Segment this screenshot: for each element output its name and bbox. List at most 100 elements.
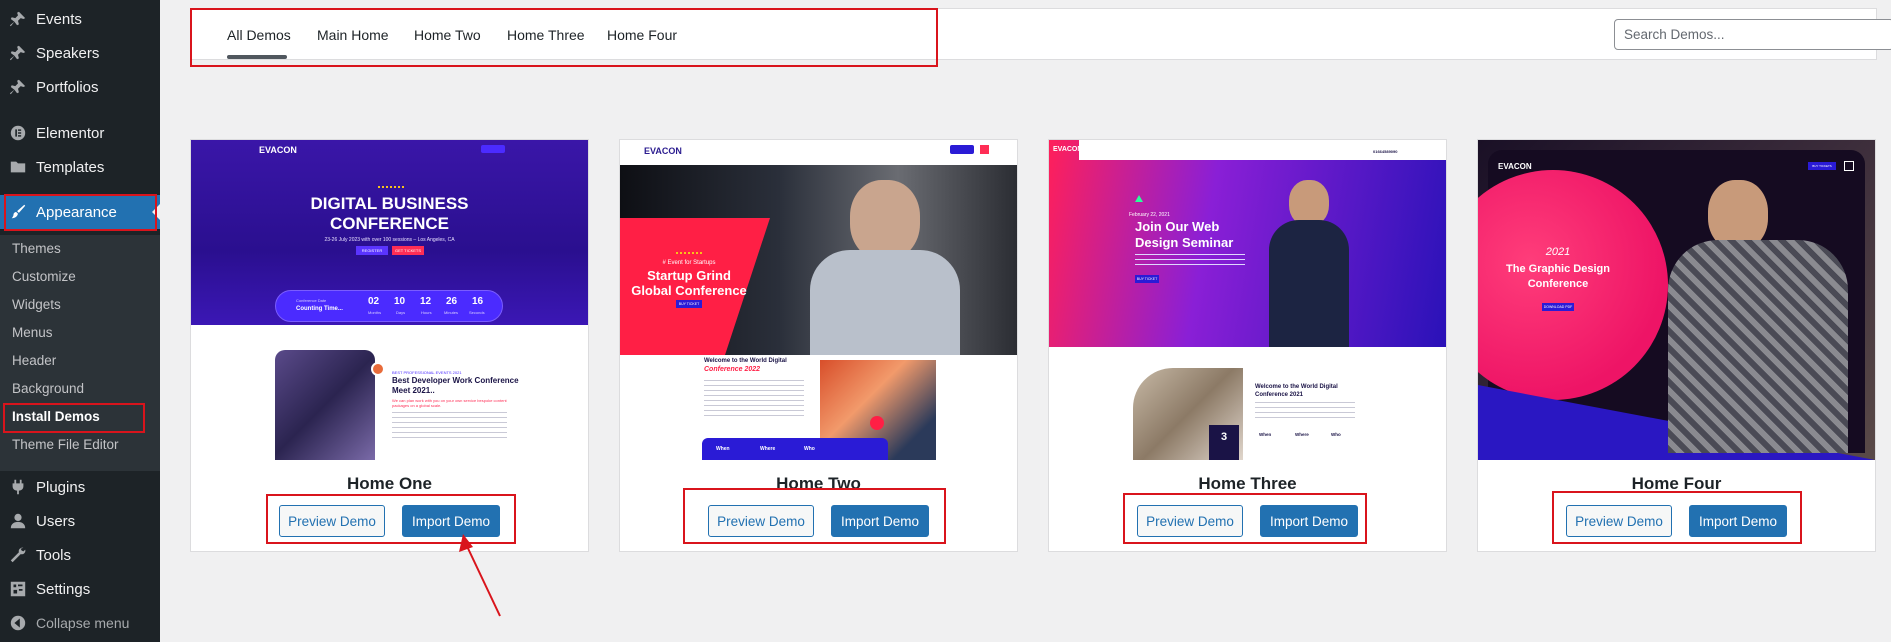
- thumb-title-2: Meet 2021..: [392, 386, 435, 395]
- thumb-logo: EVACON: [259, 145, 297, 155]
- info-label: Where: [760, 446, 776, 452]
- thumb-cta: BUY TICKET: [676, 300, 702, 308]
- preview-demo-button[interactable]: Preview Demo: [1566, 505, 1672, 537]
- menu-item-label: Tools: [36, 546, 72, 564]
- menu-item-tools[interactable]: Tools: [0, 538, 160, 572]
- thumb-decoration: [1135, 195, 1143, 202]
- tab-home-four[interactable]: Home Four: [607, 27, 677, 43]
- thumb-logo: EVACON: [644, 146, 682, 156]
- menu-item-elementor[interactable]: Elementor: [0, 116, 160, 150]
- menu-item-portfolios[interactable]: Portfolios: [0, 70, 160, 104]
- info-label: Where: [1295, 432, 1309, 437]
- demo-thumbnail[interactable]: EVACON # Event for Startups Startup Grin…: [620, 140, 1017, 460]
- info-label: When: [1259, 432, 1272, 437]
- thumb-ticket-button: BUY TICKETS: [1808, 162, 1836, 170]
- thumb-year: 2021: [1545, 246, 1571, 258]
- demo-card-home-two: EVACON # Event for Startups Startup Grin…: [619, 139, 1018, 552]
- demo-thumbnail[interactable]: EVACON BUY TICKETS 2021 The Graphic Desi…: [1478, 140, 1875, 460]
- thumb-nav-button: [950, 145, 974, 154]
- thumb-nav-icon: [980, 145, 989, 154]
- menu-item-events[interactable]: Events: [0, 2, 160, 36]
- thumb-info-bar: When Where Who: [702, 438, 888, 460]
- active-indicator: [152, 204, 160, 220]
- countdown-unit: Months: [368, 310, 382, 315]
- demo-title: Home Two: [776, 474, 861, 493]
- thumb-welcome-1: Welcome to the World Digital: [704, 358, 787, 364]
- preview-demo-button[interactable]: Preview Demo: [708, 505, 814, 537]
- import-demo-button[interactable]: Import Demo: [831, 505, 929, 537]
- submenu-widgets[interactable]: Widgets: [12, 297, 61, 312]
- countdown-value: 26: [446, 296, 458, 307]
- tab-home-two[interactable]: Home Two: [414, 27, 481, 43]
- thumb-welcome-1: Welcome to the World Digital: [1255, 384, 1338, 390]
- preview-demo-button[interactable]: Preview Demo: [1137, 505, 1243, 537]
- thumb-headline-1: DIGITAL BUSINESS: [310, 194, 469, 213]
- search-demos-input[interactable]: [1614, 19, 1891, 50]
- import-demo-button[interactable]: Import Demo: [1689, 505, 1787, 537]
- submenu-install-demos[interactable]: Install Demos: [12, 409, 100, 424]
- menu-item-label: Templates: [36, 158, 105, 176]
- tab-all-demos[interactable]: All Demos: [227, 27, 291, 43]
- thumb-cta-1: REGISTER: [356, 246, 388, 255]
- main-content: All Demos Main Home Home Two Home Three …: [160, 0, 1891, 642]
- tab-main-home[interactable]: Main Home: [317, 27, 389, 43]
- preview-demo-button[interactable]: Preview Demo: [279, 505, 385, 537]
- thumb-date: February 22, 2021: [1129, 212, 1170, 218]
- thumb-countdown: Conference Date Counting Time... 02 Mont…: [275, 290, 503, 322]
- thumb-speaker-head: [850, 180, 920, 260]
- paintbrush-icon: [0, 203, 36, 221]
- appearance-submenu: Themes Customize Widgets Menus Header Ba…: [0, 235, 160, 471]
- submenu-background[interactable]: Background: [12, 381, 84, 396]
- menu-item-label: Appearance: [36, 203, 117, 221]
- thumb-welcome-2: Conference 2022: [704, 366, 761, 373]
- thumb-speaker-body: [810, 250, 960, 355]
- menu-item-templates[interactable]: Templates: [0, 150, 160, 184]
- submenu-theme-file-editor[interactable]: Theme File Editor: [12, 437, 119, 452]
- admin-sidebar: Events Speakers Portfolios Elementor Tem…: [0, 0, 160, 642]
- thumb-date-line: 23-26 July 2023 with over 100 sessions –…: [324, 237, 455, 243]
- demo-title: Home Four: [1631, 474, 1722, 493]
- demo-card-home-three: EVACON 01664589090 February 22, 2021 Joi…: [1048, 139, 1447, 552]
- countdown-unit: Minutes: [444, 310, 459, 315]
- collapse-label: Collapse menu: [36, 615, 130, 631]
- thumb-badge: 3: [1209, 425, 1239, 460]
- collapse-menu-button[interactable]: Collapse menu: [0, 606, 160, 640]
- demo-card-home-four: EVACON BUY TICKETS 2021 The Graphic Desi…: [1477, 139, 1876, 552]
- thumb-paragraph-lines: [1135, 254, 1245, 268]
- plug-icon: [0, 478, 36, 496]
- menu-item-label: Events: [36, 10, 82, 28]
- thumb-headline-1: Startup Grind: [647, 268, 731, 283]
- submenu-customize[interactable]: Customize: [12, 269, 76, 284]
- countdown-sub: Counting Time...: [296, 306, 343, 312]
- thumb-welcome-2: Conference 2021: [1255, 392, 1304, 398]
- info-label: Who: [804, 446, 815, 452]
- thumb-phone: 01664589090: [1373, 149, 1398, 154]
- menu-item-plugins[interactable]: Plugins: [0, 470, 160, 504]
- demo-thumbnail[interactable]: EVACON DIGITAL BUSINESS CONFERENCE 23-26…: [191, 140, 588, 460]
- menu-item-users[interactable]: Users: [0, 504, 160, 538]
- pin-icon: [0, 44, 36, 62]
- menu-item-label: Elementor: [36, 124, 105, 142]
- submenu-menus[interactable]: Menus: [12, 325, 53, 340]
- import-demo-button[interactable]: Import Demo: [1260, 505, 1358, 537]
- thumb-headline-1: Join Our Web: [1135, 219, 1220, 234]
- folder-icon: [0, 158, 36, 176]
- submenu-themes[interactable]: Themes: [12, 241, 61, 256]
- menu-item-speakers[interactable]: Speakers: [0, 36, 160, 70]
- menu-item-settings[interactable]: Settings: [0, 572, 160, 606]
- demo-card-home-one: EVACON DIGITAL BUSINESS CONFERENCE 23-26…: [190, 139, 589, 552]
- tab-home-three[interactable]: Home Three: [507, 27, 585, 43]
- thumb-speaker-body: [1269, 220, 1349, 347]
- countdown-value: 10: [394, 296, 406, 307]
- thumb-title-1: Best Developer Work Conference: [392, 376, 519, 385]
- thumb-photo: [275, 350, 375, 460]
- thumb-headline-2: Conference: [1527, 278, 1589, 290]
- countdown-unit: Days: [396, 310, 406, 315]
- demo-thumbnail[interactable]: EVACON 01664589090 February 22, 2021 Joi…: [1049, 140, 1446, 460]
- demo-title: Home One: [346, 474, 433, 493]
- elementor-icon: [0, 124, 36, 142]
- submenu-header[interactable]: Header: [12, 353, 56, 368]
- annotation-arrow-icon: [459, 534, 501, 617]
- menu-item-appearance[interactable]: Appearance: [0, 195, 160, 229]
- info-label: Who: [1331, 432, 1341, 437]
